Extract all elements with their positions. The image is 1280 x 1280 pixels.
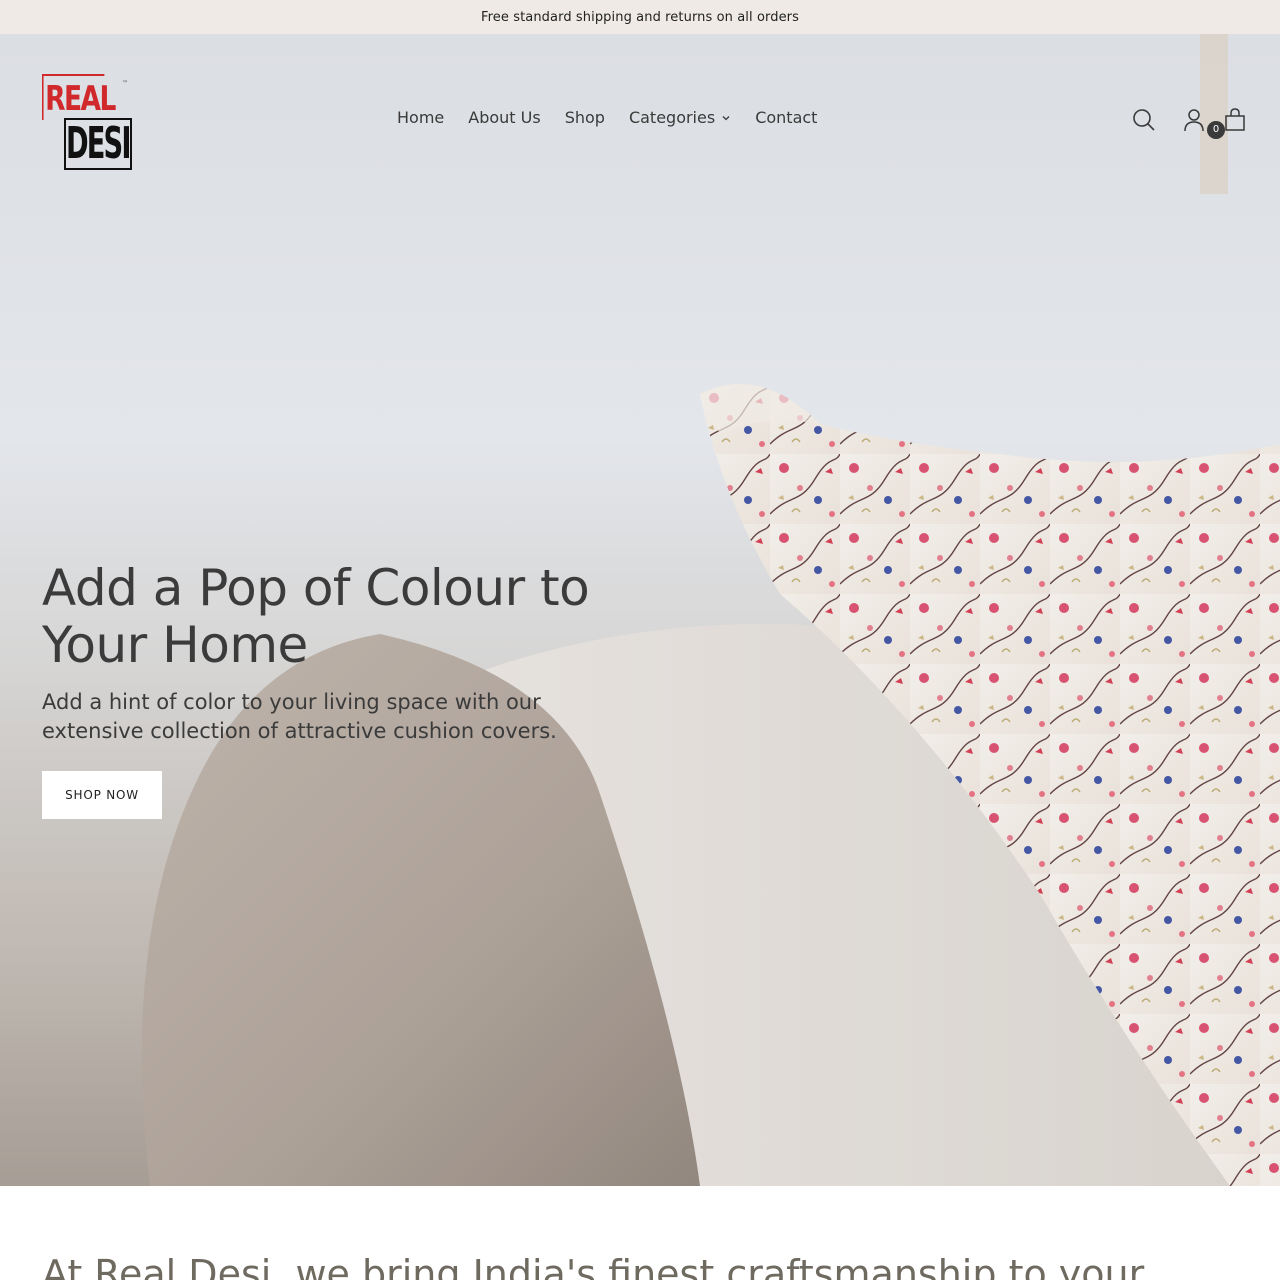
site-header: REAL DESI ™ Home About Us Shop Categorie… [0, 34, 1280, 206]
announcement-text: Free standard shipping and returns on al… [480, 9, 799, 25]
nav-contact[interactable]: Contact [755, 108, 817, 127]
logo-trademark: ™ [122, 80, 128, 87]
hero-subtitle: Add a hint of color to your living space… [42, 690, 557, 743]
nav-about-us-label: About Us [468, 108, 541, 127]
shop-now-button[interactable]: SHOP NOW [42, 771, 162, 819]
header-icons: 0 [1128, 108, 1248, 139]
nav-categories[interactable]: Categories [629, 108, 731, 127]
cart-count-badge: 0 [1207, 121, 1225, 139]
logo-real-text: REAL [42, 74, 116, 120]
nav-home[interactable]: Home [397, 108, 444, 127]
nav-home-label: Home [397, 108, 445, 127]
hero-content: Add a Pop of Colour to Your Home Add a h… [42, 560, 662, 746]
nav-contact-label: Contact [755, 108, 818, 127]
nav-shop-label: Shop [564, 108, 605, 127]
cart-icon[interactable] [1223, 108, 1247, 132]
nav-shop[interactable]: Shop [565, 108, 605, 127]
nav-categories-label: Categories [628, 108, 716, 127]
hero-title: Add a Pop of Colour to Your Home [42, 559, 590, 674]
intro-heading: At Real Desi, we bring India's finest cr… [42, 1252, 1145, 1280]
logo-desi-text: DESI [66, 118, 131, 169]
nav-about-us[interactable]: About Us [468, 108, 540, 127]
main-nav: Home About Us Shop Categories Contact [397, 108, 817, 127]
search-icon[interactable] [1132, 108, 1156, 132]
account-icon[interactable] [1182, 108, 1206, 132]
chevron-down-icon [722, 115, 730, 120]
logo[interactable]: REAL DESI ™ [42, 74, 134, 170]
announcement-bar: Free standard shipping and returns on al… [0, 0, 1280, 34]
